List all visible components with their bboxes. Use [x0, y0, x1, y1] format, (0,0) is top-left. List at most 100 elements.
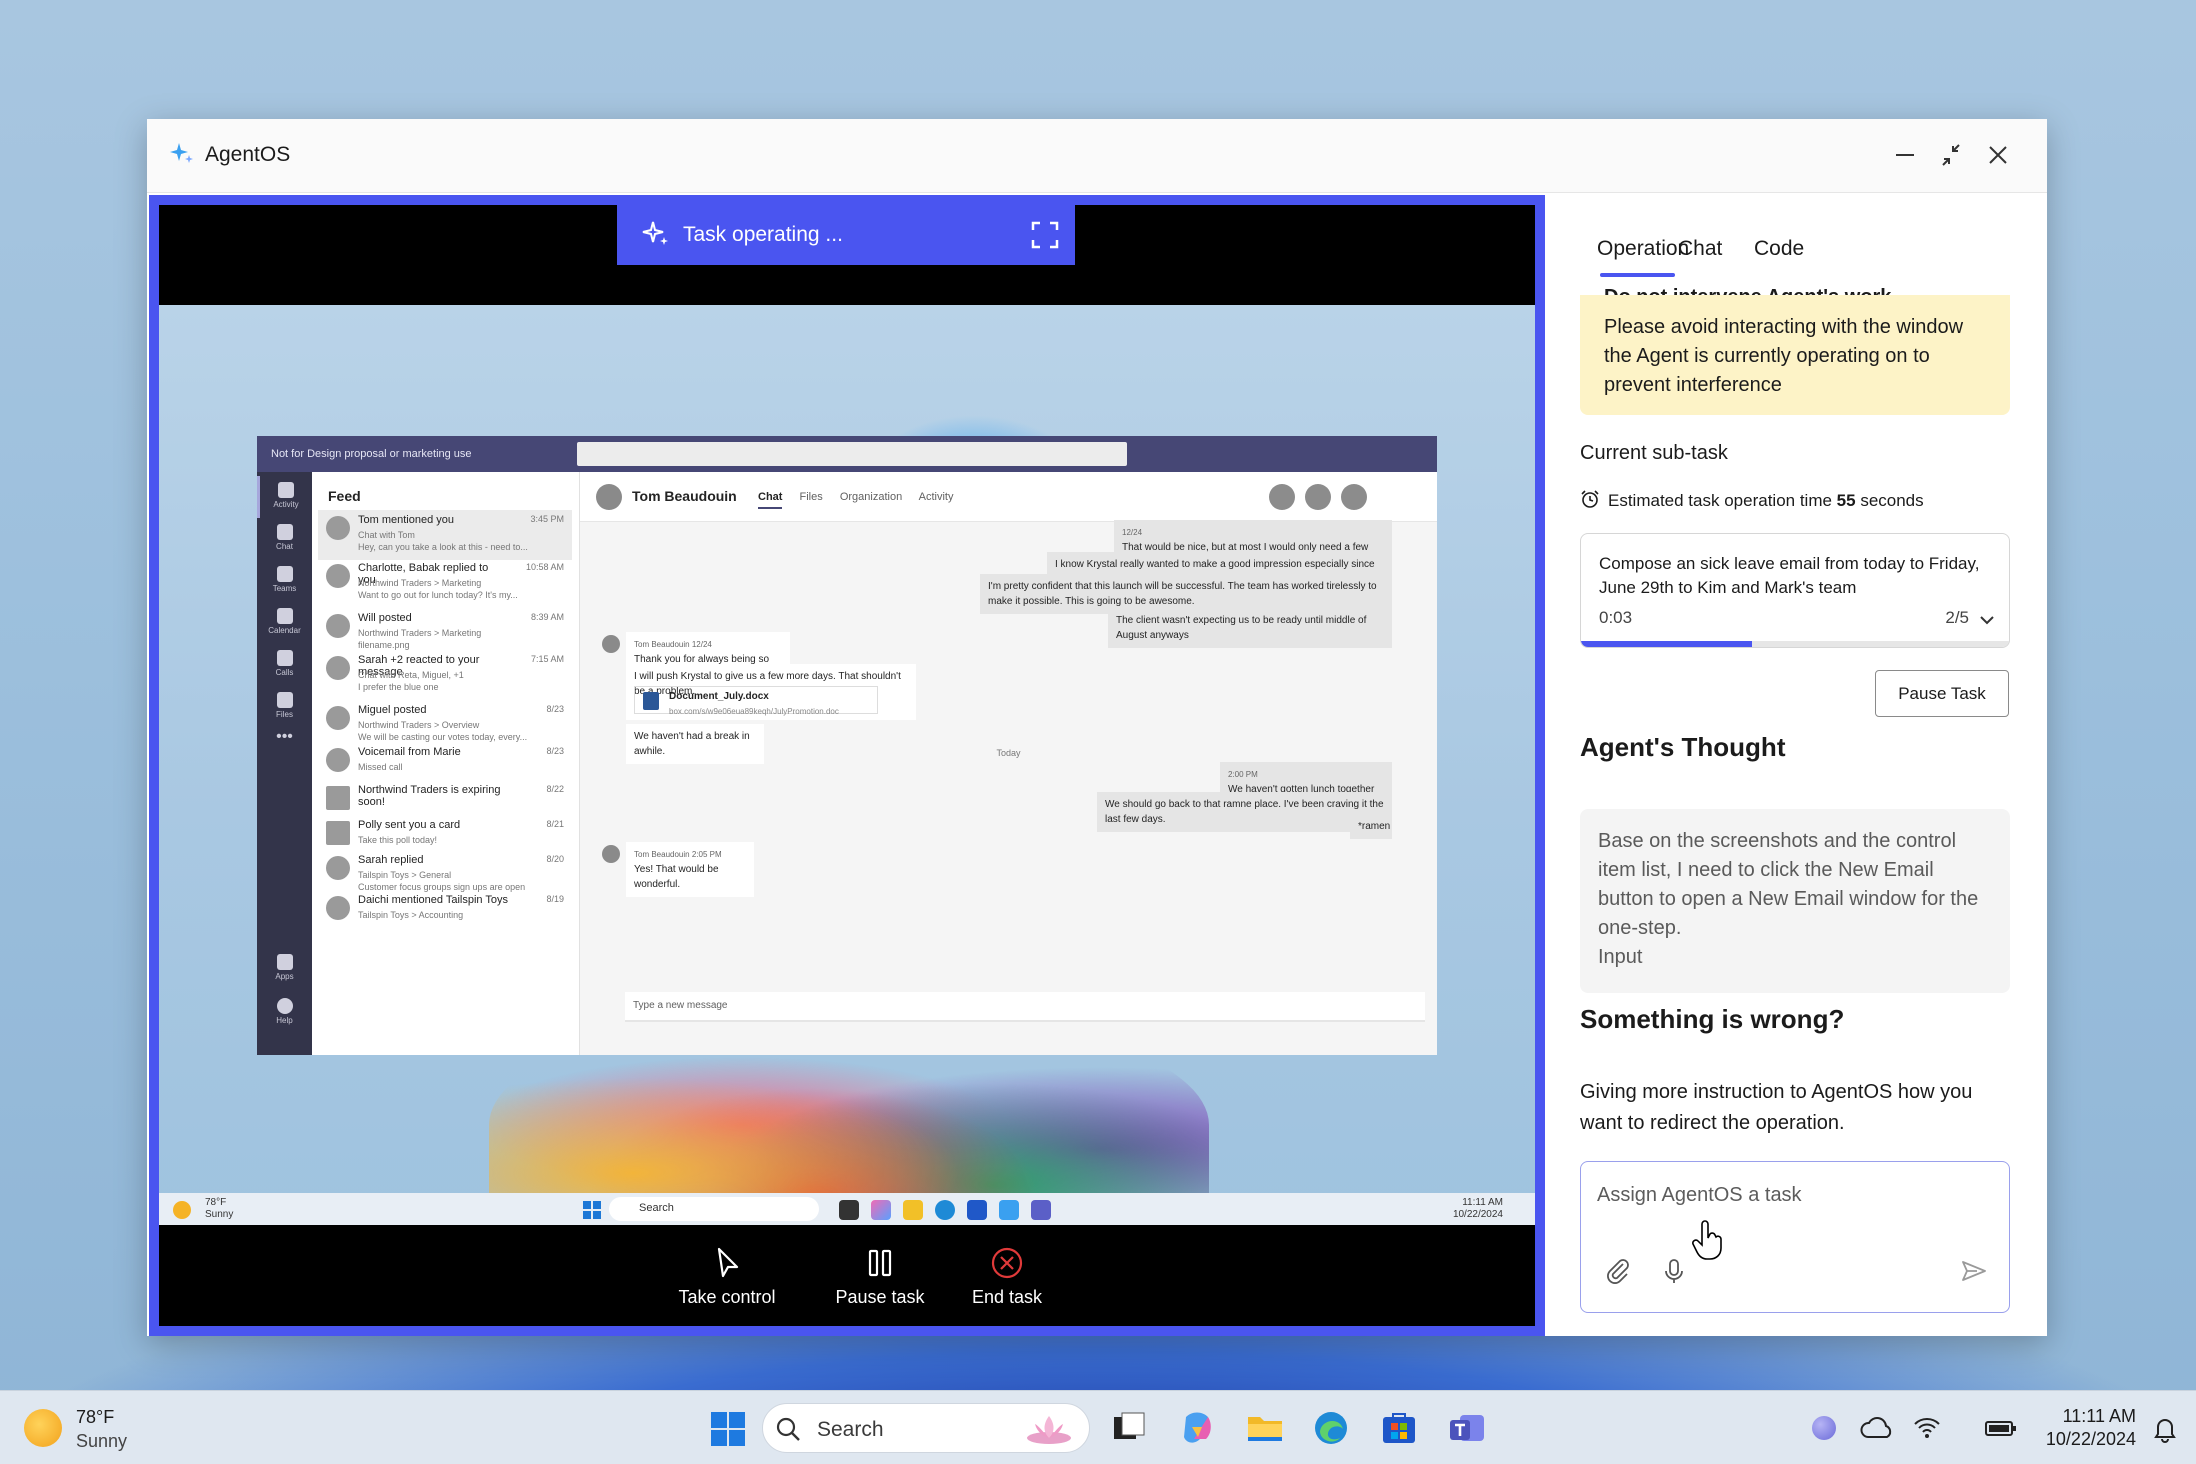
feed-item[interactable]: Sarah +2 reacted to your message Chat wit…	[318, 650, 572, 700]
rail-help[interactable]: Help	[257, 992, 312, 1034]
rail-more[interactable]: •••	[257, 728, 312, 770]
feed-item-sub: Northwind Traders > Marketing	[358, 578, 482, 588]
help-icon	[276, 998, 293, 1014]
avatar	[326, 786, 350, 810]
estimated-time: Estimated task operation time 55 seconds	[1580, 489, 1924, 511]
notification-bell-icon[interactable]	[2152, 1415, 2178, 1443]
file-explorer-icon[interactable]	[903, 1200, 923, 1220]
teams-icon[interactable]	[1448, 1409, 1486, 1447]
teams-icon	[276, 566, 293, 582]
weather-widget[interactable]: 78°F Sunny	[205, 1197, 233, 1221]
avatar	[326, 516, 350, 540]
tab-operation[interactable]: Operation	[1597, 237, 1689, 261]
take-control-button[interactable]: Take control	[677, 1245, 777, 1308]
screen-share-icon[interactable]	[1341, 484, 1367, 510]
teams-search-box[interactable]	[577, 442, 1127, 466]
end-task-button[interactable]: End task	[957, 1245, 1057, 1308]
fullscreen-button[interactable]	[1029, 219, 1061, 251]
active-tab-indicator	[1600, 273, 1675, 277]
file-explorer-icon[interactable]	[1246, 1409, 1284, 1447]
avatar	[596, 484, 622, 510]
send-icon[interactable]	[1957, 1254, 1991, 1288]
feed-item-sub: Tailspin Toys > General	[358, 870, 452, 880]
video-call-icon[interactable]	[1269, 484, 1295, 510]
edge-icon[interactable]	[1312, 1409, 1350, 1447]
rail-calendar[interactable]: Calendar	[257, 602, 312, 644]
copilot-tray-icon[interactable]	[1812, 1416, 1836, 1440]
audio-call-icon[interactable]	[1305, 484, 1331, 510]
teams-icon[interactable]	[1031, 1200, 1051, 1220]
something-wrong-heading: Something is wrong?	[1580, 1004, 1845, 1034]
task-view-icon[interactable]	[1110, 1409, 1148, 1447]
warning-box: Please avoid interacting with the window…	[1580, 295, 2010, 415]
compose-box[interactable]: Type a new message	[625, 992, 1425, 1022]
feed-item-time: 8/20	[546, 854, 564, 864]
microphone-icon[interactable]	[1657, 1254, 1691, 1288]
attach-icon[interactable]	[1601, 1254, 1635, 1288]
rail-apps[interactable]: Apps	[257, 948, 312, 990]
close-button[interactable]	[1978, 137, 2018, 173]
search-icon	[776, 1417, 800, 1441]
weather-widget[interactable]: 78°F Sunny	[76, 1405, 127, 1453]
chat-icon	[276, 524, 293, 540]
rail-chat[interactable]: Chat	[257, 518, 312, 560]
feed-item-time: 7:15 AM	[530, 654, 564, 664]
feed-title: Feed	[328, 488, 361, 504]
feed-item-time: 10:58 AM	[525, 562, 564, 572]
tab-chat[interactable]: Chat	[1678, 237, 1722, 261]
remote-search-box[interactable]: Search	[609, 1197, 819, 1221]
onedrive-icon[interactable]	[1860, 1413, 1896, 1443]
chevron-down-icon[interactable]	[1979, 614, 1995, 626]
minimize-button[interactable]	[1885, 137, 1925, 173]
windows-start-icon[interactable]	[583, 1201, 601, 1219]
feed-item-preview: I prefer the blue one	[358, 682, 439, 692]
teams-title-bar: Not for Design proposal or marketing use	[257, 436, 1437, 472]
store-icon[interactable]	[1380, 1409, 1418, 1447]
task-view-icon[interactable]	[839, 1200, 859, 1220]
store-icon[interactable]	[967, 1200, 987, 1220]
feed-item-sub: Northwind Traders > Overview	[358, 720, 480, 730]
feed-item-time: 8/19	[546, 894, 564, 904]
taskbar-search-box[interactable]: Search	[762, 1403, 1090, 1453]
wifi-icon[interactable]	[1912, 1413, 1942, 1443]
message-bubble: We should go back to that ramne place. I…	[1097, 792, 1392, 832]
collapse-icon	[1942, 144, 1960, 166]
lotus-icon	[1027, 1416, 1071, 1444]
tab-organization[interactable]: Organization	[840, 491, 902, 503]
battery-icon[interactable]	[1984, 1413, 2018, 1443]
apps-icon	[276, 954, 293, 970]
feed-item-sub: Chat with Tom	[358, 530, 415, 540]
copilot-icon[interactable]	[1178, 1409, 1216, 1447]
feed-item[interactable]: Tom mentioned you Chat with Tom 3:45 PM Hey…	[318, 510, 572, 560]
tab-code[interactable]: Code	[1754, 237, 1804, 261]
pause-task-button[interactable]: Pause Task	[1875, 670, 2009, 717]
word-file-icon	[643, 692, 659, 710]
feed-item-sub: Tailspin Toys > Accounting	[358, 910, 464, 920]
weather-sun-icon	[173, 1201, 191, 1219]
copilot-icon[interactable]	[871, 1200, 891, 1220]
tab-chat[interactable]: Chat	[758, 491, 783, 509]
alarm-clock-icon	[1581, 490, 1599, 508]
edge-icon[interactable]	[935, 1200, 955, 1220]
assign-task-input[interactable]	[1597, 1180, 1987, 1210]
warning-title: Do not intervene Agent's work	[1604, 283, 1891, 295]
tab-files[interactable]: Files	[800, 491, 823, 503]
collapse-button[interactable]	[1931, 137, 1971, 173]
feed-item[interactable]: Daichi mentioned Tailspin Toys Tailspin T…	[318, 890, 572, 940]
app-icon[interactable]	[999, 1200, 1019, 1220]
tab-activity[interactable]: Activity	[919, 491, 954, 503]
remote-desktop: Not for Design proposal or marketing use…	[159, 305, 1535, 1225]
windows-start-icon[interactable]	[710, 1411, 746, 1447]
feed-item-preview: filename.png	[358, 640, 410, 650]
rail-calls[interactable]: Calls	[257, 644, 312, 686]
rail-files[interactable]: Files	[257, 686, 312, 728]
viewer-controls: Take control Pause task End task	[159, 1225, 1535, 1326]
rail-activity[interactable]: Activity	[257, 476, 312, 518]
system-clock[interactable]: 11:11 AM 10/22/2024	[2046, 1405, 2136, 1451]
agent-thought-heading: Agent's Thought	[1580, 732, 1786, 762]
file-attachment[interactable]: Document_July.docx box.com/s/w9e06eua89k…	[634, 686, 878, 716]
pause-task-button[interactable]: Pause task	[830, 1245, 930, 1308]
rail-teams[interactable]: Teams	[257, 560, 312, 602]
file-icon	[276, 692, 293, 708]
feed-item[interactable]: Charlotte, Babak replied to you Northwind…	[318, 558, 572, 608]
